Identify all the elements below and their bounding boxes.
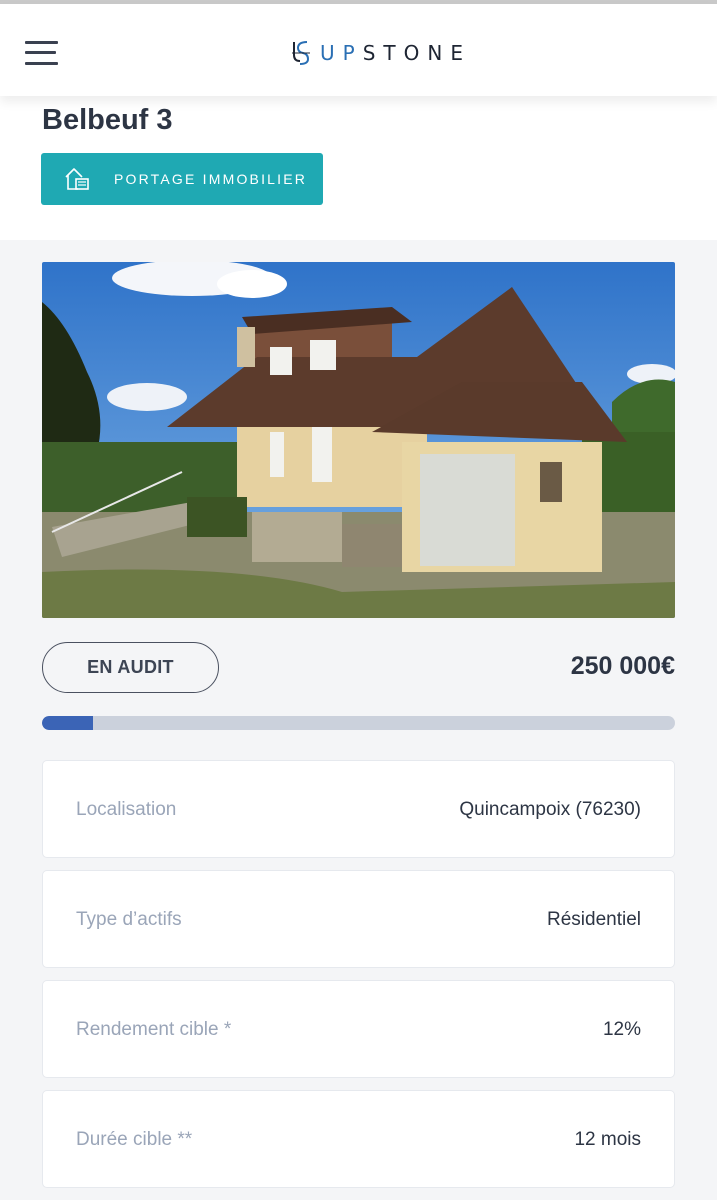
detail-card-localisation: Localisation Quincampoix (76230) bbox=[42, 760, 675, 858]
detail-card-target-yield: Rendement cible * 12% bbox=[42, 980, 675, 1078]
detail-label: Type d’actifs bbox=[76, 909, 182, 930]
property-photo bbox=[42, 262, 675, 618]
logo-text-stone: STONE bbox=[362, 41, 471, 65]
category-button[interactable]: PORTAGE IMMOBILIER bbox=[41, 153, 323, 205]
detail-label: Rendement cible * bbox=[76, 1019, 232, 1040]
detail-label: Durée cible ** bbox=[76, 1129, 193, 1150]
funding-progress-bar bbox=[42, 716, 675, 730]
detail-label: Localisation bbox=[76, 799, 177, 820]
funding-progress-fill bbox=[42, 716, 93, 730]
detail-value: 12% bbox=[602, 1019, 641, 1040]
detail-card-target-duration: Durée cible ** 12 mois bbox=[42, 1090, 675, 1188]
title-section: Belbeuf 3 PORTAGE IMMOBILIER bbox=[0, 96, 717, 240]
status-badge: EN AUDIT bbox=[42, 642, 219, 693]
logo-text-up: UP bbox=[320, 41, 363, 65]
app-header: UP STONE bbox=[0, 4, 717, 96]
logo-mark-icon bbox=[292, 41, 310, 65]
price: 250 000€ bbox=[570, 652, 675, 680]
detail-card-asset-type: Type d’actifs Résidentiel bbox=[42, 870, 675, 968]
category-label: PORTAGE IMMOBILIER bbox=[114, 171, 308, 187]
building-icon bbox=[65, 168, 89, 190]
detail-value: Résidentiel bbox=[547, 909, 641, 930]
hamburger-menu-icon[interactable] bbox=[25, 38, 58, 68]
detail-value: Quincampoix (76230) bbox=[459, 799, 641, 820]
page-title: Belbeuf 3 bbox=[42, 104, 173, 136]
detail-value: 12 mois bbox=[574, 1129, 641, 1150]
upstone-logo[interactable]: UP STONE bbox=[290, 38, 471, 68]
